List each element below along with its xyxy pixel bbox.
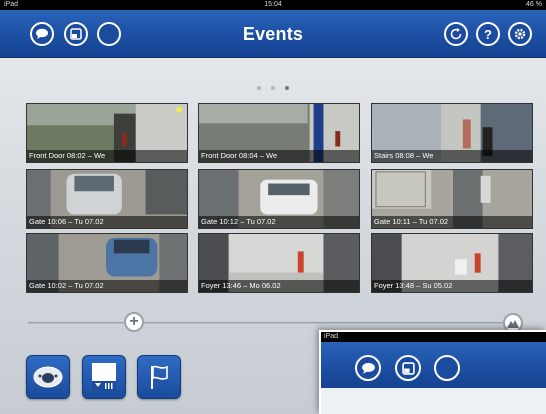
- chat-bubble-icon: [361, 362, 375, 374]
- inset-screenshot: iPad: [319, 330, 546, 414]
- flag-icon: [151, 365, 168, 389]
- inset-status-bar: iPad: [321, 332, 546, 342]
- event-caption: Foyer 13:46 – Mo 06.02: [199, 280, 359, 292]
- inset-chat-button[interactable]: [355, 355, 381, 381]
- mountain-icon: [507, 320, 519, 328]
- gear-icon: [514, 28, 526, 40]
- chat-bubble-icon: [36, 28, 48, 39]
- inset-window-button[interactable]: [395, 355, 421, 381]
- event-thumbnail[interactable]: Front Door 08:04 – We: [198, 103, 360, 163]
- nav-bar: Events ?: [0, 10, 546, 58]
- event-caption: Stairs 08:08 – We: [372, 150, 532, 162]
- settings-button[interactable]: [508, 22, 532, 46]
- event-thumbnail[interactable]: Foyer 13:46 – Mo 06.02: [198, 233, 360, 293]
- compass-icon: [105, 30, 113, 38]
- event-thumbnail[interactable]: Stairs 08:08 – We: [371, 103, 533, 163]
- event-thumbnail[interactable]: Foyer 13:48 – Su 05.02: [371, 233, 533, 293]
- event-thumbnail[interactable]: Gate 10:12 – Tu 07.02: [198, 169, 360, 229]
- timeline-slider[interactable]: [28, 322, 520, 324]
- plus-icon: +: [129, 313, 139, 330]
- compass-button[interactable]: [97, 22, 121, 46]
- flag-button[interactable]: [137, 355, 181, 399]
- page-dot-active: [285, 86, 290, 90]
- status-bar: iPad 15:04 46 %: [0, 0, 546, 10]
- event-caption: Gate 10:06 – Tu 07.02: [27, 216, 187, 228]
- help-button[interactable]: ?: [476, 22, 500, 46]
- page-dot: [271, 86, 275, 90]
- window-button[interactable]: [64, 22, 88, 46]
- window-icon: [401, 361, 415, 375]
- page-indicator[interactable]: [0, 77, 546, 90]
- add-button[interactable]: +: [124, 312, 144, 332]
- inset-nav-bar: [321, 342, 546, 388]
- reload-icon: [450, 28, 462, 40]
- event-thumbnail[interactable]: Front Door 08:02 – We: [26, 103, 188, 163]
- event-caption: Foyer 13:48 – Su 05.02: [372, 280, 532, 292]
- event-caption: Front Door 08:02 – We: [27, 150, 187, 162]
- event-list-icon: [92, 363, 116, 391]
- dome-camera-icon: [33, 366, 63, 388]
- chat-button[interactable]: [30, 22, 54, 46]
- compass-icon: [442, 363, 452, 373]
- reload-button[interactable]: [444, 22, 468, 46]
- event-caption: Gate 10:11 – Tu 07.02: [372, 216, 532, 228]
- event-thumbnail[interactable]: Gate 10:02 – Tu 07.02: [26, 233, 188, 293]
- camera-button[interactable]: [26, 355, 70, 399]
- event-caption: Gate 10:12 – Tu 07.02: [199, 216, 359, 228]
- event-thumbnail[interactable]: Gate 10:11 – Tu 07.02: [371, 169, 533, 229]
- battery-level: 46 %: [526, 1, 542, 8]
- event-thumbnail[interactable]: Gate 10:06 – Tu 07.02: [26, 169, 188, 229]
- inset-carrier-label: iPad: [324, 333, 339, 340]
- clock: 15:04: [264, 1, 282, 8]
- help-icon: ?: [484, 26, 492, 42]
- event-list-button[interactable]: [82, 355, 126, 399]
- inset-compass-button[interactable]: [434, 355, 460, 381]
- event-caption: Front Door 08:04 – We: [199, 150, 359, 162]
- page-dot: [256, 86, 261, 90]
- event-caption: Gate 10:02 – Tu 07.02: [27, 280, 187, 292]
- window-icon: [70, 28, 82, 40]
